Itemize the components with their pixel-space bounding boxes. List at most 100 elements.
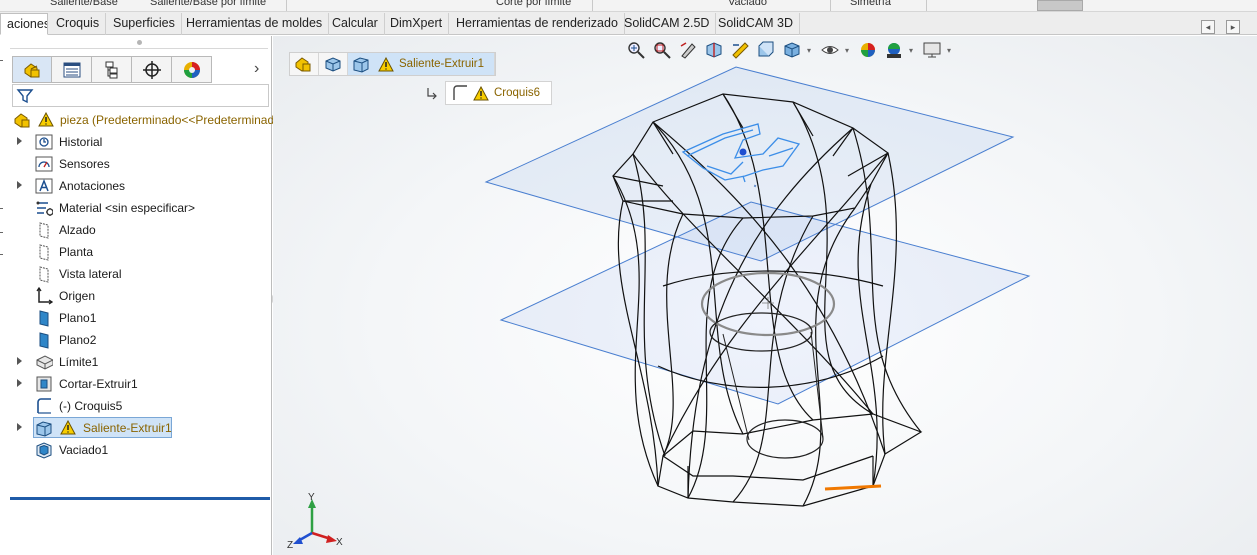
- tree-item-limite1[interactable]: Límite1: [0, 351, 272, 373]
- expand-arrow-icon[interactable]: [17, 357, 22, 365]
- tree-item-label: Material <sin especificar>: [59, 201, 196, 215]
- edge-tick: [0, 254, 3, 255]
- tree-item-cortar-extruir1[interactable]: Cortar-Extruir1: [0, 373, 272, 395]
- triad-y-label: Y: [308, 492, 315, 503]
- property-manager-tab[interactable]: [52, 56, 92, 83]
- tree-item-material[interactable]: Material <sin especificar>: [0, 197, 272, 219]
- graphics-viewport[interactable]: . Saliente-Extruir1 Croquis6 ▾ ▾ ▾ ▾ Y Z…: [273, 36, 1257, 555]
- heads-up-view-toolbar: ▾ ▾ ▾ ▾: [625, 38, 955, 62]
- section-view-button[interactable]: [703, 39, 725, 61]
- child-arrow-icon: [427, 88, 437, 100]
- breadcrumb-sketch-row: Croquis6: [425, 81, 553, 105]
- ribbon-strip: Saliente/Base Saliente/Base por límite C…: [0, 0, 1257, 12]
- tab-solidcam-25d[interactable]: SolidCAM 2.5D: [618, 13, 717, 35]
- tree-item-label: Origen: [59, 289, 96, 303]
- tab-dimxpert[interactable]: DimXpert: [384, 13, 450, 35]
- tree-item-anotaciones[interactable]: Anotaciones: [0, 175, 272, 197]
- breadcrumb-body[interactable]: [319, 53, 348, 75]
- tree-item-vaciado1[interactable]: Vaciado1: [0, 439, 272, 461]
- section-view-icon: [706, 42, 722, 58]
- tree-item-sensores[interactable]: Sensores: [0, 153, 272, 175]
- ribbon-item-boss-base[interactable]: Saliente/Base: [50, 0, 118, 8]
- tab-scroll-right-button[interactable]: ▸: [1226, 20, 1240, 34]
- tree-item-label: Cortar-Extruir1: [59, 377, 138, 391]
- ribbon-item-boss-boundary[interactable]: Saliente/Base por límite: [150, 0, 266, 8]
- tree-item-alzado[interactable]: Alzado: [0, 219, 272, 241]
- edit-appearance-button[interactable]: [857, 39, 879, 61]
- hide-show-items-button[interactable]: [819, 39, 841, 61]
- breadcrumb-sketch[interactable]: Croquis6: [445, 81, 553, 105]
- tab-croquis[interactable]: Croquis: [50, 13, 107, 35]
- expand-arrow-icon[interactable]: [17, 181, 22, 189]
- tree-root-part[interactable]: pieza (Predeterminado<<Predeterminado>: [0, 109, 288, 131]
- rollback-bar[interactable]: [10, 497, 270, 500]
- tab-calcular[interactable]: Calcular: [326, 13, 385, 35]
- crosshair-icon: [142, 60, 161, 79]
- root-label: pieza (Predeterminado<<Predeterminado>: [60, 113, 288, 127]
- display-manager-tab[interactable]: [172, 56, 212, 83]
- tab-herramientas-moldes[interactable]: Herramientas de moldes: [180, 13, 330, 35]
- ribbon-item-shell[interactable]: Vaciado: [728, 0, 767, 8]
- view-orientation-button[interactable]: [755, 39, 777, 61]
- dropdown-arrow-icon[interactable]: ▾: [947, 46, 955, 55]
- display-style-button[interactable]: [781, 39, 803, 61]
- tree-item-label: Vista lateral: [59, 267, 122, 281]
- expand-arrow-icon[interactable]: [17, 137, 22, 145]
- monitor-icon: [923, 42, 941, 58]
- previous-view-button[interactable]: [677, 39, 699, 61]
- tree-item-planta[interactable]: Planta: [0, 241, 272, 263]
- expand-arrow-icon[interactable]: [17, 379, 22, 387]
- tree-item-plano1[interactable]: Plano1: [0, 307, 272, 329]
- boundary-icon: [36, 355, 53, 370]
- dropdown-arrow-icon[interactable]: ▾: [807, 46, 815, 55]
- expand-arrow-icon[interactable]: [17, 423, 22, 431]
- dropdown-arrow-icon[interactable]: ▾: [845, 46, 853, 55]
- ribbon-gray-button[interactable]: [1037, 0, 1083, 11]
- edge-tick: [0, 232, 3, 233]
- zoom-to-area-button[interactable]: [651, 39, 673, 61]
- ribbon-item-cut-boundary[interactable]: Corte por límite: [496, 0, 571, 8]
- ribbon-item-mirror[interactable]: Simetría: [850, 0, 891, 8]
- tab-scroll-left-button[interactable]: ◂: [1201, 20, 1215, 34]
- feature-manager-tab[interactable]: [12, 56, 52, 83]
- display-style-icon: [784, 42, 800, 58]
- configuration-manager-tab[interactable]: [92, 56, 132, 83]
- triad-z-label: Z: [287, 540, 293, 550]
- tab-herramientas-renderizado[interactable]: Herramientas de renderizado: [450, 13, 625, 35]
- manager-more-arrow[interactable]: ›: [254, 60, 259, 78]
- triad-x-label: X: [336, 537, 343, 548]
- tree-item-plano2[interactable]: Plano2: [0, 329, 272, 351]
- part-icon: [14, 113, 30, 128]
- breadcrumb-part[interactable]: [290, 53, 319, 75]
- apply-scene-button[interactable]: [883, 39, 905, 61]
- breadcrumb-sketch-label: Croquis6: [494, 87, 541, 99]
- tab-operaciones[interactable]: aciones: [0, 13, 48, 35]
- view-settings-button[interactable]: [921, 39, 943, 61]
- dimxpert-manager-tab[interactable]: [132, 56, 172, 83]
- tree-item-historial[interactable]: Historial: [0, 131, 272, 153]
- warning-icon: [38, 112, 54, 127]
- plane-icon: [39, 266, 49, 283]
- tree-item-label: Planta: [59, 245, 94, 259]
- tree-item-saliente-extruir1[interactable]: Saliente-Extruir1: [0, 417, 272, 439]
- tree-item-origen[interactable]: Origen: [0, 285, 272, 307]
- tree-item-vista-lateral[interactable]: Vista lateral: [0, 263, 272, 285]
- dropdown-arrow-icon[interactable]: ▾: [909, 46, 917, 55]
- dynamic-annotation-button[interactable]: [729, 39, 751, 61]
- breadcrumb-feature[interactable]: Saliente-Extruir1: [348, 53, 496, 75]
- tab-solidcam-3d[interactable]: SolidCAM 3D: [712, 13, 801, 35]
- annotation-view-icon: [732, 42, 749, 59]
- plane-icon: [39, 222, 49, 239]
- history-icon: [35, 134, 53, 150]
- tab-superficies[interactable]: Superficies: [107, 13, 182, 35]
- tree-item-label: Anotaciones: [59, 179, 126, 193]
- zoom-to-fit-button[interactable]: [625, 39, 647, 61]
- model-wireframe: .: [484, 66, 1031, 507]
- tree-filter-input[interactable]: [12, 84, 269, 107]
- sketch-icon: [453, 85, 467, 100]
- origin-icon: [36, 287, 53, 305]
- panel-grip[interactable]: [137, 40, 142, 45]
- material-icon: [36, 201, 53, 216]
- tree-item-croquis5[interactable]: (-) Croquis5: [0, 395, 272, 417]
- tree-item-label: (-) Croquis5: [59, 399, 123, 413]
